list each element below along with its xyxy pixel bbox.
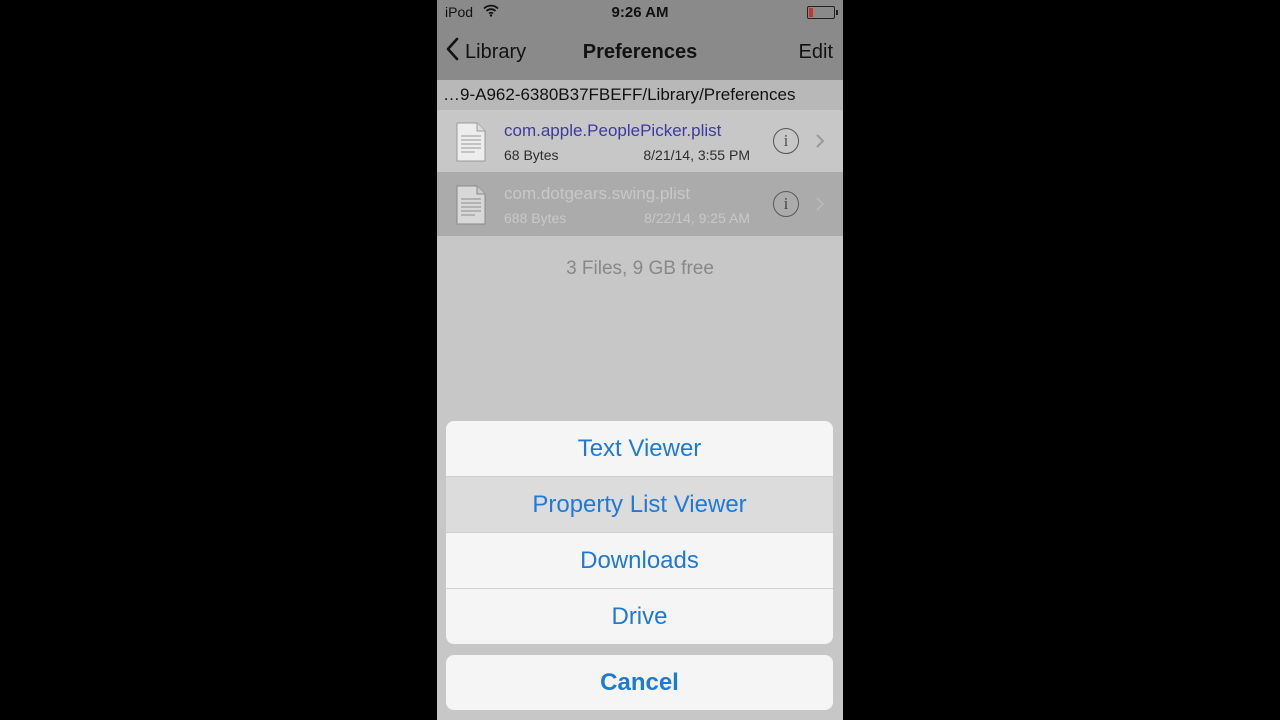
file-name: com.dotgears.swing.plist [504, 184, 691, 203]
file-size: 68 Bytes [504, 147, 559, 163]
battery-icon [807, 6, 838, 19]
chevron-right-icon [816, 197, 825, 216]
file-size: 688 Bytes [504, 210, 567, 226]
battery-level [809, 8, 813, 17]
property-list-viewer-option[interactable]: Property List Viewer [446, 477, 833, 533]
cancel-button[interactable]: Cancel [446, 655, 833, 710]
file-name: com.apple.PeoplePicker.plist [504, 121, 722, 140]
edit-button[interactable]: Edit [799, 41, 833, 64]
phone-screen: iPod 9:26 AM Library Preferences Edit …9… [437, 0, 843, 720]
document-icon [455, 185, 487, 230]
file-date: 8/21/14, 3:55 PM [643, 147, 750, 163]
file-row[interactable]: com.apple.PeoplePicker.plist 68 Bytes 8/… [437, 110, 843, 173]
file-summary: 3 Files, 9 GB free [566, 258, 714, 279]
status-bar: iPod 9:26 AM [437, 0, 843, 24]
document-icon [455, 122, 487, 167]
drive-option[interactable]: Drive [446, 589, 833, 644]
file-date: 8/22/14, 9:25 AM [644, 210, 750, 226]
path-breadcrumb: …9-A962-6380B37FBEFF/Library/Preferences [437, 80, 843, 110]
chevron-right-icon [816, 134, 825, 153]
navigation-bar: Library Preferences Edit [437, 24, 843, 80]
page-title: Preferences [582, 41, 698, 63]
downloads-option[interactable]: Downloads [446, 533, 833, 589]
info-icon[interactable]: i [773, 191, 799, 217]
info-icon[interactable]: i [773, 128, 799, 154]
text-viewer-option[interactable]: Text Viewer [446, 421, 833, 477]
clock: 9:26 AM [611, 4, 669, 21]
action-sheet: Text Viewer Property List Viewer Downloa… [446, 421, 833, 644]
file-row[interactable]: com.dotgears.swing.plist 688 Bytes 8/22/… [437, 173, 843, 236]
